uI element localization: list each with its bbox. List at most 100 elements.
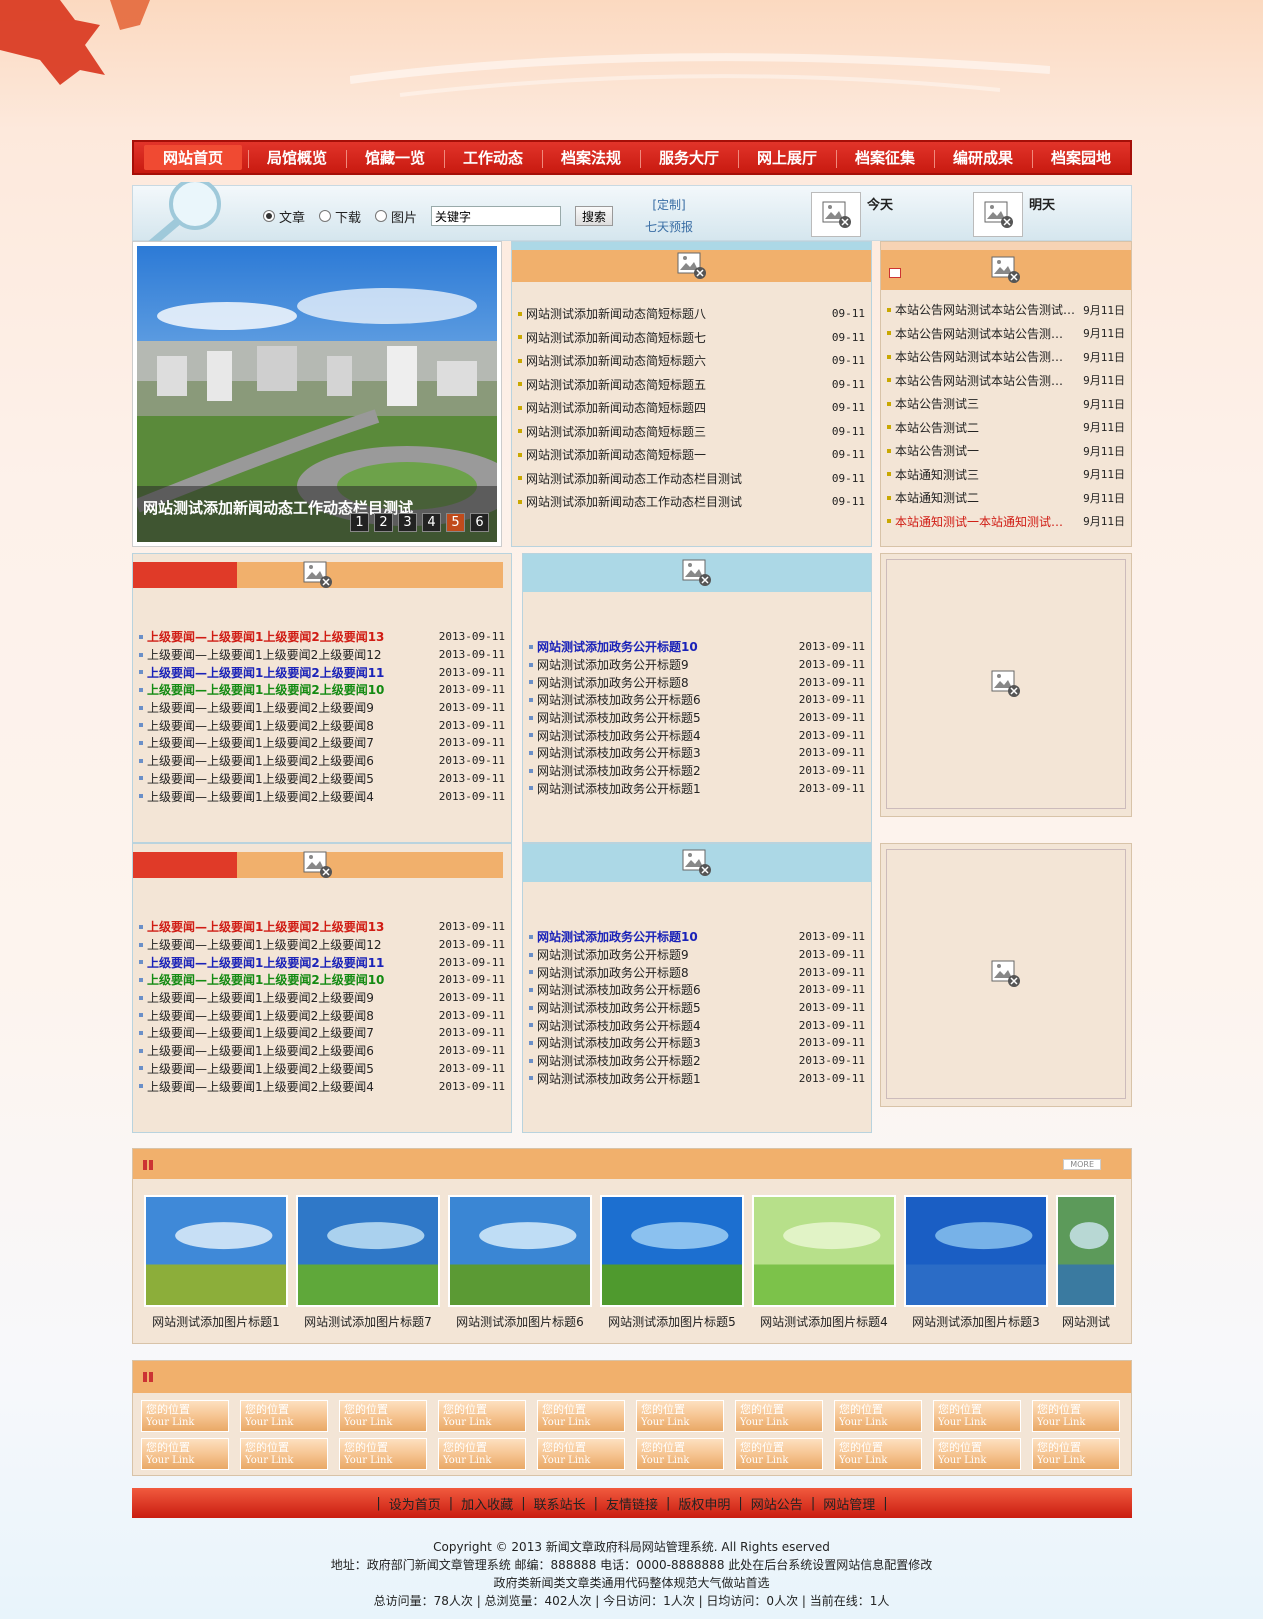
list-item[interactable]: 网站测试添枝加政务公开标题4 2013-09-11 <box>529 726 865 744</box>
item-title[interactable]: 网站测试添枝加政务公开标题3 <box>537 744 799 761</box>
list-item[interactable]: 网站测试添加政务公开标题9 2013-09-11 <box>529 656 865 674</box>
list-item[interactable]: 上级要闻—上级要闻1上级要闻2上级要闻13 2013-09-11 <box>139 918 505 936</box>
gallery-caption[interactable]: 网站测试添加图片标题6 <box>448 1313 592 1330</box>
item-title[interactable]: 上级要闻—上级要闻1上级要闻2上级要闻4 <box>147 788 439 805</box>
item-title[interactable]: 上级要闻—上级要闻1上级要闻2上级要闻9 <box>147 699 439 716</box>
link-tile[interactable]: 您的位置 Your Link <box>834 1438 922 1470</box>
item-title[interactable]: 上级要闻—上级要闻1上级要闻2上级要闻8 <box>147 1007 439 1024</box>
list-item[interactable]: 上级要闻—上级要闻1上级要闻2上级要闻10 2013-09-11 <box>139 681 505 699</box>
link-tile[interactable]: 您的位置 Your Link <box>735 1438 823 1470</box>
link-tile[interactable]: 您的位置 Your Link <box>339 1400 427 1432</box>
link-tile[interactable]: 您的位置 Your Link <box>537 1438 625 1470</box>
list-item[interactable]: 本站通知测试一本站通知测试… 9月11日 <box>887 510 1125 534</box>
item-title[interactable]: 本站公告网站测试本站公告测… <box>895 348 1083 365</box>
gallery-photo[interactable] <box>448 1195 592 1307</box>
list-item[interactable]: 上级要闻—上级要闻1上级要闻2上级要闻4 2013-09-11 <box>139 787 505 805</box>
list-item[interactable]: 网站测试添枝加政务公开标题2 2013-09-11 <box>529 762 865 780</box>
item-title[interactable]: 上级要闻—上级要闻1上级要闻2上级要闻5 <box>147 770 439 787</box>
item-title[interactable]: 上级要闻—上级要闻1上级要闻2上级要闻5 <box>147 1060 439 1077</box>
ad-image-2[interactable] <box>886 849 1126 1099</box>
list-item[interactable]: 网站测试添加新闻动态简短标题五 09-11 <box>518 373 865 397</box>
list-item[interactable]: 上级要闻—上级要闻1上级要闻2上级要闻5 2013-09-11 <box>139 770 505 788</box>
list-item[interactable]: 上级要闻—上级要闻1上级要闻2上级要闻4 2013-09-11 <box>139 1077 505 1095</box>
gallery-photo[interactable] <box>1056 1195 1116 1307</box>
gallery-photo[interactable] <box>752 1195 896 1307</box>
link-tile[interactable]: 您的位置 Your Link <box>141 1438 229 1470</box>
list-item[interactable]: 网站测试添加新闻动态简短标题四 09-11 <box>518 396 865 420</box>
footer-link-0[interactable]: 设为首页 <box>381 1494 449 1513</box>
slider-page-3[interactable]: 3 <box>398 513 417 532</box>
list-item[interactable]: 网站测试添加新闻动态工作动态栏目测试 09-11 <box>518 490 865 514</box>
item-title[interactable]: 网站测试添加政务公开标题8 <box>537 964 799 981</box>
slider-page-1[interactable]: 1 <box>350 513 369 532</box>
link-tile[interactable]: 您的位置 Your Link <box>339 1438 427 1470</box>
list-item[interactable]: 网站测试添加新闻动态简短标题七 09-11 <box>518 326 865 350</box>
list-item[interactable]: 上级要闻—上级要闻1上级要闻2上级要闻5 2013-09-11 <box>139 1060 505 1078</box>
list-item[interactable]: 网站测试添加政务公开标题8 2013-09-11 <box>529 963 865 981</box>
list-item[interactable]: 上级要闻—上级要闻1上级要闻2上级要闻9 2013-09-11 <box>139 989 505 1007</box>
nav-item-7[interactable]: 档案征集 <box>836 142 934 173</box>
list-item[interactable]: 上级要闻—上级要闻1上级要闻2上级要闻12 2013-09-11 <box>139 646 505 664</box>
list-item[interactable]: 本站公告测试一 9月11日 <box>887 439 1125 463</box>
item-title[interactable]: 网站测试添枝加政务公开标题6 <box>537 691 799 708</box>
list-item[interactable]: 上级要闻—上级要闻1上级要闻2上级要闻10 2013-09-11 <box>139 971 505 989</box>
item-title[interactable]: 网站测试添加政务公开标题8 <box>537 674 799 691</box>
item-title[interactable]: 上级要闻—上级要闻1上级要闻2上级要闻12 <box>147 646 439 663</box>
radio-article[interactable] <box>263 210 275 222</box>
item-title[interactable]: 本站公告测试二 <box>895 419 1083 436</box>
list-item[interactable]: 本站公告网站测试本站公告测… 9月11日 <box>887 369 1125 393</box>
nav-item-9[interactable]: 档案园地 <box>1032 142 1130 173</box>
item-title[interactable]: 本站公告测试一 <box>895 442 1083 459</box>
list-item[interactable]: 网站测试添枝加政务公开标题1 2013-09-11 <box>529 1070 865 1088</box>
link-tile[interactable]: 您的位置 Your Link <box>933 1400 1021 1432</box>
item-title[interactable]: 本站通知测试二 <box>895 489 1083 506</box>
list-item[interactable]: 上级要闻—上级要闻1上级要闻2上级要闻13 2013-09-11 <box>139 628 505 646</box>
item-title[interactable]: 上级要闻—上级要闻1上级要闻2上级要闻11 <box>147 954 439 971</box>
gallery-caption[interactable]: 网站测试添加图片标题7 <box>296 1313 440 1330</box>
link-tile[interactable]: 您的位置 Your Link <box>735 1400 823 1432</box>
item-title[interactable]: 本站公告网站测试本站公告测… <box>895 372 1083 389</box>
list-item[interactable]: 本站公告网站测试本站公告测试… 9月11日 <box>887 298 1125 322</box>
slider-page-4[interactable]: 4 <box>422 513 441 532</box>
list-item[interactable]: 网站测试添加新闻动态简短标题八 09-11 <box>518 302 865 326</box>
list-item[interactable]: 上级要闻—上级要闻1上级要闻2上级要闻8 2013-09-11 <box>139 1006 505 1024</box>
link-tile[interactable]: 您的位置 Your Link <box>933 1438 1021 1470</box>
gallery-item[interactable]: 网站测试 <box>1056 1195 1116 1330</box>
item-title[interactable]: 上级要闻—上级要闻1上级要闻2上级要闻10 <box>147 971 439 988</box>
link-tile[interactable]: 您的位置 Your Link <box>1032 1438 1120 1470</box>
link-tile[interactable]: 您的位置 Your Link <box>636 1400 724 1432</box>
item-title[interactable]: 上级要闻—上级要闻1上级要闻2上级要闻10 <box>147 681 439 698</box>
list-item[interactable]: 网站测试添枝加政务公开标题6 2013-09-11 <box>529 981 865 999</box>
item-title[interactable]: 网站测试添加政务公开标题9 <box>537 946 799 963</box>
item-title[interactable]: 网站测试添加新闻动态简短标题七 <box>526 329 832 346</box>
link-tile[interactable]: 您的位置 Your Link <box>240 1400 328 1432</box>
list-item[interactable]: 网站测试添加新闻动态简短标题一 09-11 <box>518 443 865 467</box>
gallery-item[interactable]: 网站测试添加图片标题3 <box>904 1195 1048 1330</box>
item-title[interactable]: 网站测试添枝加政务公开标题5 <box>537 709 799 726</box>
gallery-more-button[interactable]: MORE <box>1063 1159 1101 1170</box>
item-title[interactable]: 网站测试添加新闻动态简短标题一 <box>526 446 832 463</box>
list-item[interactable]: 网站测试添枝加政务公开标题4 2013-09-11 <box>529 1016 865 1034</box>
list-item[interactable]: 上级要闻—上级要闻1上级要闻2上级要闻7 2013-09-11 <box>139 734 505 752</box>
item-title[interactable]: 网站测试添加新闻动态简短标题五 <box>526 376 832 393</box>
list-item[interactable]: 上级要闻—上级要闻1上级要闻2上级要闻6 2013-09-11 <box>139 752 505 770</box>
item-title[interactable]: 上级要闻—上级要闻1上级要闻2上级要闻12 <box>147 936 439 953</box>
gallery-caption[interactable]: 网站测试添加图片标题3 <box>904 1313 1048 1330</box>
item-title[interactable]: 上级要闻—上级要闻1上级要闻2上级要闻8 <box>147 717 439 734</box>
list-item[interactable]: 本站公告网站测试本站公告测… 9月11日 <box>887 345 1125 369</box>
list-item[interactable]: 本站公告测试二 9月11日 <box>887 416 1125 440</box>
item-title[interactable]: 上级要闻—上级要闻1上级要闻2上级要闻6 <box>147 752 439 769</box>
list-item[interactable]: 网站测试添加政务公开标题10 2013-09-11 <box>529 638 865 656</box>
list-item[interactable]: 上级要闻—上级要闻1上级要闻2上级要闻8 2013-09-11 <box>139 716 505 734</box>
radio-image[interactable] <box>375 210 388 222</box>
list-item[interactable]: 网站测试添加政务公开标题9 2013-09-11 <box>529 946 865 964</box>
item-title[interactable]: 网站测试添枝加政务公开标题4 <box>537 727 799 744</box>
slider-page-2[interactable]: 2 <box>374 513 393 532</box>
link-tile[interactable]: 您的位置 Your Link <box>636 1438 724 1470</box>
footer-link-5[interactable]: 网站公告 <box>743 1494 811 1513</box>
nav-item-0[interactable]: 网站首页 <box>144 145 242 170</box>
nav-item-6[interactable]: 网上展厅 <box>738 142 836 173</box>
nav-item-3[interactable]: 工作动态 <box>444 142 542 173</box>
gallery-item[interactable]: 网站测试添加图片标题5 <box>600 1195 744 1330</box>
item-title[interactable]: 本站公告网站测试本站公告测… <box>895 325 1083 342</box>
